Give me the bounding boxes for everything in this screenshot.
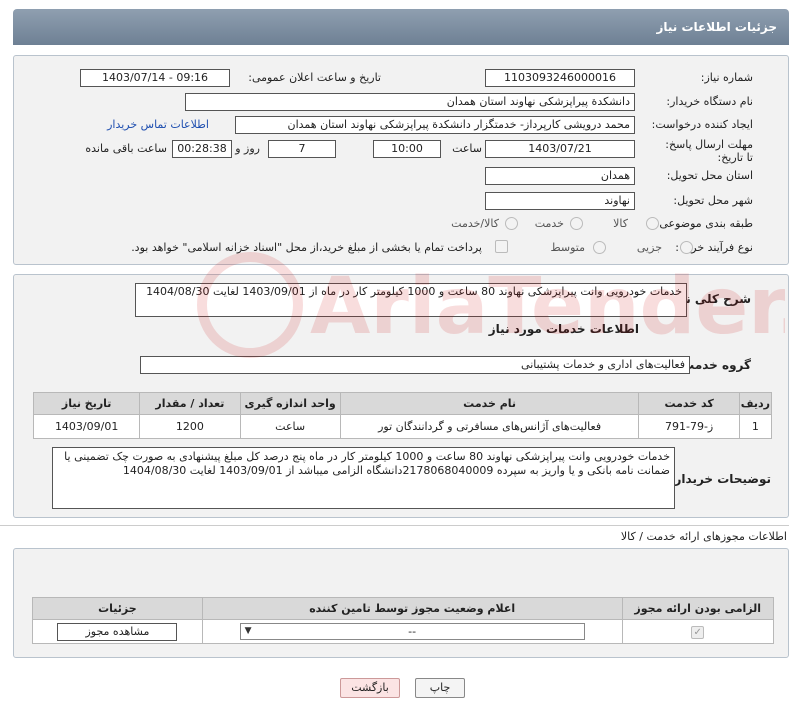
cell-permit-status: -- ▼ xyxy=(201,619,623,644)
process-option-medium: متوسط xyxy=(550,241,585,254)
col-row: ردیف xyxy=(738,392,773,415)
permits-section-title: اطلاعات مجوزهای ارائه خدمت / کالا xyxy=(620,530,787,543)
services-section-title: اطلاعات خدمات مورد نیاز xyxy=(488,322,639,336)
process-radio-minor[interactable] xyxy=(680,241,693,254)
cell-unit: ساعت xyxy=(239,414,341,439)
cell-service-name: فعالیت‌های آژانس‌های مسافرتی و گردانندگا… xyxy=(339,414,640,439)
category-radio-both[interactable] xyxy=(505,217,518,230)
buyer-notes-label: توضیحات خریدار: xyxy=(669,472,771,486)
permits-table: الزامی بودن ارائه مجوز اعلام وضعیت مجوز … xyxy=(32,597,774,644)
print-button[interactable]: چاپ xyxy=(415,678,465,698)
remaining-time-field: 00:28:38 xyxy=(172,140,232,158)
chevron-down-icon: ▼ xyxy=(244,626,252,636)
need-number-field: 1103093246000016 xyxy=(485,69,635,87)
process-radio-medium[interactable] xyxy=(593,241,606,254)
need-number-label: شماره نیاز: xyxy=(700,71,753,84)
back-button[interactable]: بازگشت xyxy=(340,678,400,698)
permit-status-select-value: -- xyxy=(408,625,417,638)
col-service-name: نام خدمت xyxy=(339,392,640,415)
time-label: ساعت xyxy=(452,142,482,155)
deadline-date-field: 1403/07/21 xyxy=(485,140,635,158)
buyer-notes-textarea: خدمات خودرویی وانت پیراپزشکی نهاوند 80 س… xyxy=(52,447,675,509)
divider xyxy=(0,525,789,526)
cell-permit-required: ✓ xyxy=(621,619,774,644)
requester-label: ایجاد کننده درخواست: xyxy=(651,118,753,131)
category-radio-goods[interactable] xyxy=(646,217,659,230)
contact-info-link[interactable]: اطلاعات تماس خریدار xyxy=(107,118,209,131)
deadline-label: مهلت ارسال پاسخ: تا تاریخ: xyxy=(665,138,753,164)
permit-status-select[interactable]: -- ▼ xyxy=(239,623,585,640)
summary-textarea: خدمات خودرویی وانت پیراپزشکی نهاوند 80 س… xyxy=(135,283,687,317)
category-radio-service[interactable] xyxy=(570,217,583,230)
col-permit-required: الزامی بودن ارائه مجوز xyxy=(621,597,774,620)
requester-field: محمد درویشی کارپرداز- خدمتگزار دانشکدة پ… xyxy=(235,116,635,134)
col-permit-details: جزئیات xyxy=(32,597,203,620)
col-unit: واحد اندازه گیری xyxy=(239,392,341,415)
category-option-both: کالا/خدمت xyxy=(451,217,499,230)
treasury-payment-checkbox[interactable] xyxy=(495,240,508,253)
col-service-code: کد خدمت xyxy=(638,392,740,415)
col-permit-status: اعلام وضعیت مجوز توسط تامین کننده xyxy=(201,597,623,620)
cell-row: 1 xyxy=(738,414,773,439)
col-quantity: تعداد / مقدار xyxy=(139,392,241,415)
province-label: استان محل تحویل: xyxy=(666,169,753,182)
cell-service-code: ز-79-791 xyxy=(638,414,740,439)
category-option-goods: کالا xyxy=(613,217,628,230)
category-label: طبقه بندی موضوعی: xyxy=(655,217,753,230)
cell-permit-details: مشاهده مجوز xyxy=(32,619,203,644)
page-header: جزئیات اطلاعات نیاز xyxy=(13,9,789,45)
cell-need-date: 1403/09/01 xyxy=(32,414,141,439)
permit-required-checkbox: ✓ xyxy=(691,625,705,639)
view-permit-button[interactable]: مشاهده مجوز xyxy=(57,622,178,641)
table-row: ✓ -- ▼ مشاهده مجوز xyxy=(32,619,774,644)
col-need-date: تاریخ نیاز xyxy=(32,392,141,415)
services-table: ردیف کد خدمت نام خدمت واحد اندازه گیری ت… xyxy=(32,392,773,439)
province-field: همدان xyxy=(485,167,635,185)
remaining-label: ساعت باقی مانده xyxy=(85,142,167,155)
buyer-org-field: دانشکدة پیراپزشکی نهاوند استان همدان xyxy=(185,93,635,111)
process-option-minor: جزیی xyxy=(636,241,662,254)
city-field: نهاوند xyxy=(485,192,635,210)
announce-field: 1403/07/14 - 09:16 xyxy=(80,69,230,87)
category-option-service: خدمت xyxy=(534,217,564,230)
deadline-time-field: 10:00 xyxy=(373,140,441,158)
days-label: روز و xyxy=(235,142,260,155)
announce-label: تاریخ و ساعت اعلان عمومی: xyxy=(248,71,381,84)
permits-table-header: الزامی بودن ارائه مجوز اعلام وضعیت مجوز … xyxy=(32,597,774,620)
days-field: 7 xyxy=(268,140,336,158)
cell-quantity: 1200 xyxy=(139,414,241,439)
service-group-field: فعالیت‌های اداری و خدمات پشتیبانی xyxy=(140,356,690,374)
buyer-org-label: نام دستگاه خریدار: xyxy=(666,95,753,108)
treasury-payment-note: پرداخت تمام یا بخشی از مبلغ خرید،از محل … xyxy=(131,241,482,254)
city-label: شهر محل تحویل: xyxy=(673,194,753,207)
services-table-header: ردیف کد خدمت نام خدمت واحد اندازه گیری ت… xyxy=(32,392,773,415)
table-row: 1 ز-79-791 فعالیت‌های آژانس‌های مسافرتی … xyxy=(32,414,773,439)
page-title: جزئیات اطلاعات نیاز xyxy=(656,20,777,34)
